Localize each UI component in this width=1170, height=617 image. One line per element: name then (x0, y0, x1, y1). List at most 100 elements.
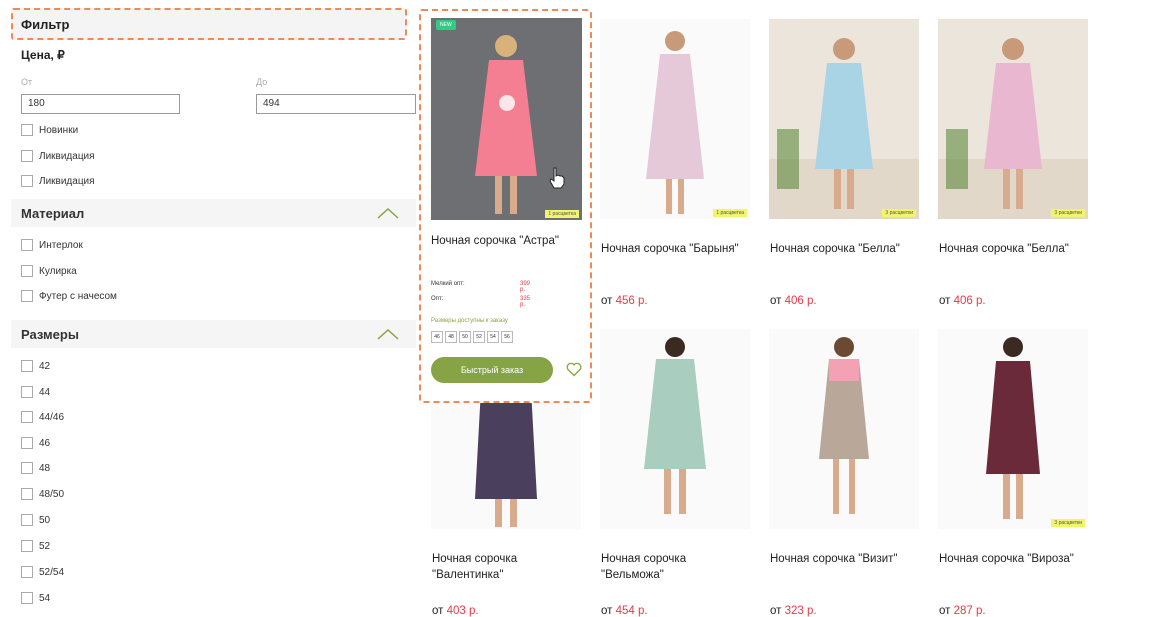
checkbox-liquidation[interactable]: Ликвидация (21, 150, 95, 162)
size-option[interactable]: 50 (459, 331, 471, 343)
size-option[interactable]: 46 (431, 331, 443, 343)
checkbox-label: 48 (39, 462, 51, 474)
price-value: 454 р. (615, 605, 648, 617)
price-to-label: До (256, 77, 268, 87)
checkbox-label: 42 (39, 360, 51, 372)
checkbox-label: 54 (39, 592, 51, 604)
price-prefix: от (432, 605, 444, 617)
dress-figure (938, 38, 1088, 219)
checkbox-futer[interactable]: Футер с начесом (21, 290, 117, 302)
chevron-up-icon[interactable] (377, 207, 399, 219)
product-image[interactable] (600, 329, 750, 529)
color-count-tag: 3 расцветки (1051, 519, 1085, 527)
checkbox-box[interactable] (21, 265, 33, 277)
price-prefix: от (601, 605, 613, 617)
dress-figure (769, 38, 919, 219)
price-to-input[interactable]: 494 (256, 94, 416, 114)
checkbox-label: Интерлок (39, 239, 83, 251)
dress-figure (986, 337, 1040, 519)
price-prefix: от (939, 295, 951, 307)
checkbox-size[interactable]: 48/50 (21, 488, 64, 500)
checkbox-box[interactable] (21, 437, 33, 449)
product-image[interactable]: 1 расцветка (600, 19, 750, 219)
checkbox-box[interactable] (21, 290, 33, 302)
checkbox-size[interactable]: 52 (21, 540, 50, 552)
checkbox-label: 46 (39, 437, 51, 449)
opt-row: Опт: 335 р. (431, 296, 530, 308)
product-image[interactable]: 3 расцветки (938, 329, 1088, 529)
opt-price: 335 р. (520, 296, 531, 308)
product-image[interactable]: 3 расцветки (769, 19, 919, 219)
checkbox-box[interactable] (21, 411, 33, 423)
checkbox-size[interactable]: 48 (21, 462, 50, 474)
section-material[interactable]: Материал (11, 199, 416, 227)
checkbox-size[interactable]: 54 (21, 592, 50, 604)
checkbox-box[interactable] (21, 592, 33, 604)
checkbox-box[interactable] (21, 462, 33, 474)
checkbox-box[interactable] (21, 360, 33, 372)
checkbox-new[interactable]: Новинки (21, 124, 78, 136)
size-option[interactable]: 48 (445, 331, 457, 343)
product-image[interactable]: NEW 1 расцветка (431, 18, 582, 220)
sizes-available-label: Размеры доступны к заказу (431, 318, 508, 324)
checkbox-box[interactable] (21, 386, 33, 398)
price-from-label: От (21, 77, 33, 87)
product-image[interactable]: 3 расцветки (938, 19, 1088, 219)
checkbox-box[interactable] (21, 488, 33, 500)
checkbox-box[interactable] (21, 239, 33, 251)
checkbox-box[interactable] (21, 540, 33, 552)
checkbox-label: Футер с начесом (39, 290, 117, 302)
checkbox-size[interactable]: 52/54 (21, 566, 64, 578)
product-title[interactable]: Ночная сорочка "Вельможа" (601, 551, 751, 583)
checkbox-label: Новинки (39, 124, 79, 136)
product-title[interactable]: Ночная сорочка "Белла" (939, 241, 1089, 257)
small-opt-price: 399 р. (520, 281, 531, 293)
checkbox-liquidation-2[interactable]: Ликвидация (21, 175, 95, 187)
product-title[interactable]: Ночная сорочка "Вироза" (939, 551, 1089, 567)
product-title[interactable]: Ночная сорочка "Астра" (431, 235, 559, 247)
quick-order-button[interactable]: Быстрый заказ (431, 357, 553, 383)
product-title[interactable]: Ночная сорочка "Барыня" (601, 241, 751, 257)
new-badge: NEW (436, 20, 456, 30)
size-option[interactable]: 54 (487, 331, 499, 343)
checkbox-box[interactable] (21, 175, 33, 187)
section-material-title: Материал (21, 206, 85, 221)
chevron-up-icon[interactable] (377, 328, 399, 340)
hand-cursor-icon (549, 167, 565, 189)
checkbox-size[interactable]: 46 (21, 437, 50, 449)
product-title[interactable]: Ночная сорочка "Валентинка" (432, 551, 582, 583)
filter-title: Фильтр (21, 17, 70, 32)
section-sizes[interactable]: Размеры (11, 320, 416, 348)
dress-figure (819, 337, 869, 514)
small-opt-label: Мелкий опт: (431, 281, 465, 287)
price-from-input[interactable]: 180 (21, 94, 180, 114)
checkbox-label: Ликвидация (39, 175, 95, 187)
filter-header[interactable]: Фильтр (11, 8, 407, 40)
size-option[interactable]: 52 (473, 331, 485, 343)
product-title[interactable]: Ночная сорочка "Белла" (770, 241, 920, 257)
product-price: от 406 р. (770, 295, 817, 307)
product-price: от 287 р. (939, 605, 986, 617)
checkbox-box[interactable] (21, 566, 33, 578)
checkbox-box[interactable] (21, 124, 33, 136)
checkbox-size[interactable]: 44 (21, 386, 50, 398)
product-image[interactable] (769, 329, 919, 529)
color-count-tag: 3 расцветки (882, 209, 916, 217)
checkbox-size[interactable]: 44/46 (21, 411, 64, 423)
color-count-tag: 3 расцветки (1051, 209, 1085, 217)
section-sizes-title: Размеры (21, 327, 79, 342)
checkbox-size[interactable]: 42 (21, 360, 50, 372)
checkbox-size[interactable]: 50 (21, 514, 50, 526)
price-value: 406 р. (953, 295, 986, 307)
size-option[interactable]: 56 (501, 331, 513, 343)
color-count-tag: 1 расцветка (713, 209, 747, 217)
product-card-hovered[interactable]: NEW 1 расцветка Ночная сорочка "Астра" М… (419, 9, 592, 403)
heart-icon[interactable] (566, 362, 582, 377)
checkbox-box[interactable] (21, 150, 33, 162)
checkbox-kulirka[interactable]: Кулирка (21, 265, 77, 277)
price-value: 323 р. (784, 605, 817, 617)
small-opt-row: Мелкий опт: 399 р. (431, 281, 530, 293)
checkbox-box[interactable] (21, 514, 33, 526)
product-title[interactable]: Ночная сорочка "Визит" (770, 551, 920, 567)
checkbox-interlock[interactable]: Интерлок (21, 239, 83, 251)
